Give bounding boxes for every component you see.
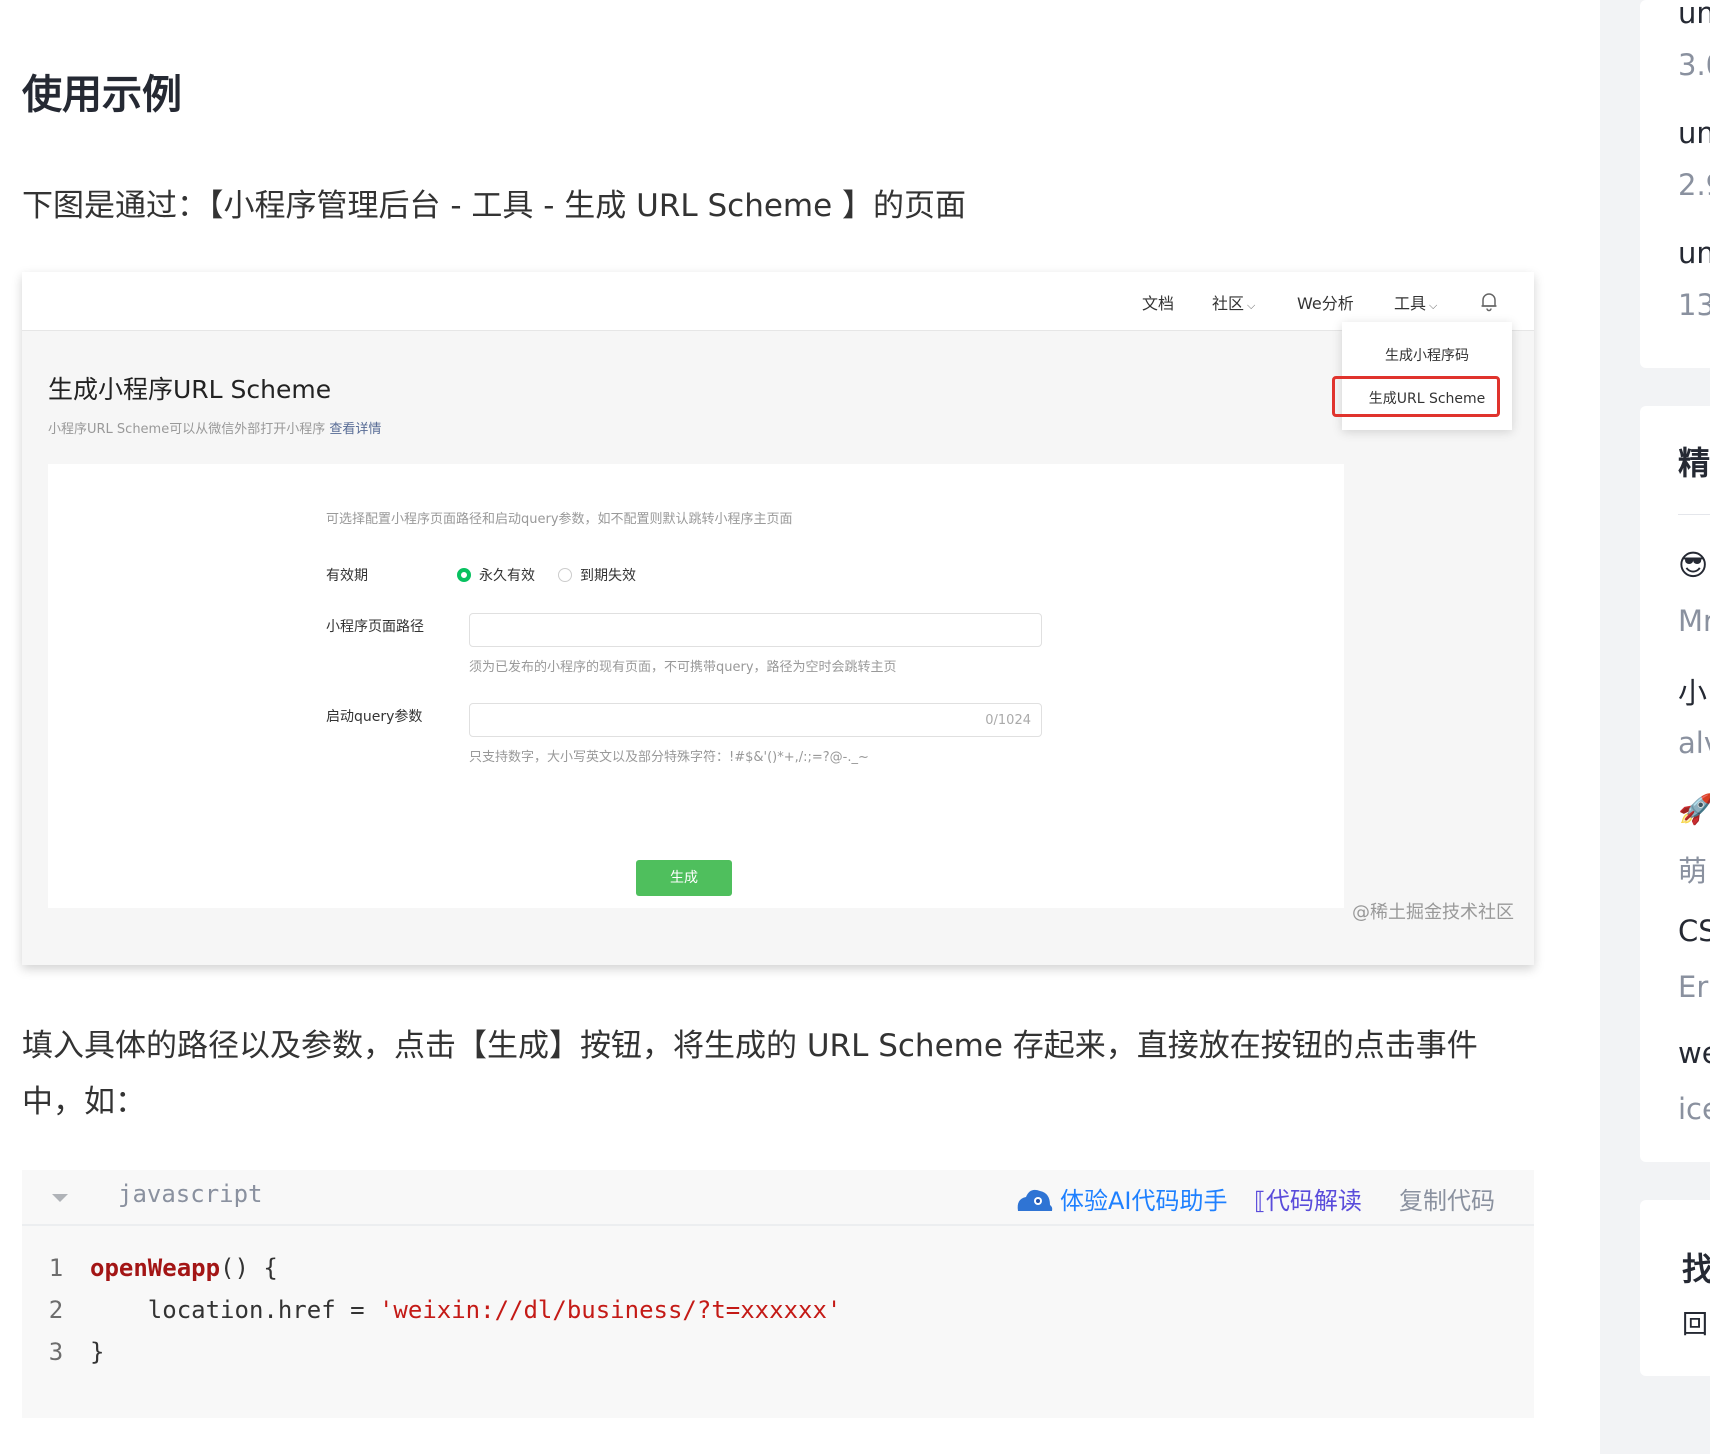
sidebar-link[interactable]: CS: [1678, 914, 1710, 948]
code-text: }: [90, 1338, 105, 1366]
chevron-down-icon: ⌵: [1247, 299, 1256, 312]
sidebar-meta: 3.0: [1678, 48, 1710, 82]
generate-button: 生成: [636, 860, 732, 896]
code-header: javascript 体验AI代码助手 ⟦代码解读 复制代码: [22, 1170, 1534, 1226]
code-text: location.href =: [147, 1296, 379, 1324]
code-line: 1 openWeapp() {: [22, 1254, 278, 1282]
ai-cloud-icon: [1017, 1189, 1053, 1211]
nav-community-label: 社区: [1212, 294, 1245, 313]
copy-code-button[interactable]: 复制代码: [1399, 1181, 1495, 1216]
sidebar-panel-featured: 精 😎 Mr 小 alv 🚀 萌 CS Erp we ice: [1640, 406, 1710, 1162]
code-line: 3}: [22, 1338, 105, 1366]
sidebar-meta: 回: [1682, 1310, 1709, 1340]
sidebar-link[interactable]: we: [1678, 1036, 1710, 1070]
char-counter: 0/1024: [985, 713, 1031, 728]
chevron-down-icon: ⌵: [1429, 299, 1438, 312]
screenshot-title: 生成小程序URL Scheme: [48, 375, 332, 404]
article: 使用示例 下图是通过：【小程序管理后台 - 工具 - 生成 URL Scheme…: [0, 0, 1600, 1454]
dropdown-item-qrcode: 生成小程序码: [1385, 348, 1469, 364]
radio-expire-label: 到期失效: [580, 568, 636, 584]
highlight-box: [1332, 376, 1500, 417]
line-number: 2: [48, 1296, 64, 1324]
code-function-name: openWeapp: [90, 1254, 221, 1282]
nav-tools-label: 工具: [1394, 294, 1427, 313]
embedded-screenshot: 文档 社区 ⌵ We分析 工具 ⌵ 生成小程序码 生成URL Scheme 生成小程…: [22, 272, 1534, 965]
sidebar-link[interactable]: un: [1678, 236, 1710, 270]
sidebar-link[interactable]: 小: [1678, 670, 1707, 712]
sidebar-meta: 萌: [1678, 854, 1708, 888]
sidebar-panel-title: 精: [1678, 444, 1710, 482]
sidebar-meta: 2.9: [1678, 168, 1710, 202]
sidebar-meta: ice: [1678, 1092, 1710, 1126]
code-line: 2 location.href = 'weixin://dl/business/…: [22, 1296, 842, 1324]
form-hint: 可选择配置小程序页面路径和启动query参数，如不配置则默认跳转小程序主页面: [326, 512, 793, 527]
code-text: () {: [220, 1254, 278, 1282]
sidebar-divider: [1678, 514, 1710, 515]
screenshot-navbar: 文档 社区 ⌵ We分析 工具 ⌵: [22, 272, 1534, 331]
sidebar-link[interactable]: 🚀: [1678, 792, 1710, 827]
nav-we-analysis: We分析: [1297, 294, 1354, 313]
nav-docs: 文档: [1142, 294, 1175, 313]
radio-expire: [558, 568, 572, 582]
watermark: @稀土掘金技术社区: [1352, 902, 1514, 923]
sidebar-link[interactable]: 😎: [1678, 548, 1708, 582]
sidebar-panel-title: 找: [1682, 1250, 1710, 1288]
code-language: javascript: [118, 1180, 263, 1208]
code-explain-button[interactable]: ⟦代码解读: [1254, 1181, 1362, 1216]
sidebar-meta: 13: [1678, 288, 1710, 322]
ai-assistant-label: 体验AI代码助手: [1060, 1187, 1228, 1215]
sidebar-meta: Erp: [1678, 970, 1710, 1004]
line-number: 1: [48, 1254, 64, 1282]
sidebar-panel-versions: un 3.0 un 2.9 un 13: [1640, 0, 1710, 368]
sidebar-link[interactable]: un: [1678, 0, 1710, 30]
query-label: 启动query参数: [326, 709, 423, 725]
sidebar-link[interactable]: un: [1678, 116, 1710, 150]
subtitle-text: 小程序URL Scheme可以从微信外部打开小程序: [48, 422, 326, 437]
radio-forever-label: 永久有效: [479, 568, 535, 584]
body-paragraph: 填入具体的路径以及参数，点击【生成】按钮，将生成的 URL Scheme 存起来…: [22, 1028, 1478, 1120]
query-tip: 只支持数字，大小写英文以及部分特殊字符：!#$&'()*+,/:;=?@-._~: [469, 750, 869, 765]
nav-community: 社区 ⌵: [1212, 290, 1255, 314]
nav-tools: 工具 ⌵: [1394, 290, 1437, 314]
form-card: 可选择配置小程序页面路径和启动query参数，如不配置则默认跳转小程序主页面 有…: [48, 464, 1344, 908]
details-link: 查看详情: [329, 422, 382, 437]
section-heading: 使用示例: [22, 72, 182, 118]
code-string: 'weixin://dl/business/?t=xxxxxx': [378, 1296, 842, 1324]
sidebar-meta: alv: [1678, 726, 1710, 760]
bell-icon: [1481, 293, 1497, 312]
screenshot-subtitle: 小程序URL Scheme可以从微信外部打开小程序 查看详情: [48, 418, 381, 437]
ai-assistant-button[interactable]: 体验AI代码助手: [1014, 1181, 1228, 1216]
intro-paragraph: 下图是通过：【小程序管理后台 - 工具 - 生成 URL Scheme 】的页面: [22, 188, 967, 224]
query-input: 0/1024: [469, 703, 1042, 737]
path-tip: 须为已发布的小程序的现有页面，不可携带query，路径为空时会跳转主页: [469, 660, 897, 675]
sidebar-panel-find: 找 回: [1640, 1200, 1710, 1376]
line-number: 3: [48, 1338, 64, 1366]
code-explain-label: 代码解读: [1265, 1187, 1362, 1215]
radio-forever: [457, 568, 471, 582]
sidebar-meta: Mr: [1678, 604, 1710, 638]
code-block: javascript 体验AI代码助手 ⟦代码解读 复制代码 1 openWeap…: [22, 1170, 1534, 1418]
path-input: [469, 613, 1042, 647]
collapse-caret-icon[interactable]: [52, 1194, 68, 1202]
code-explain-icon: ⟦: [1254, 1187, 1266, 1215]
path-label: 小程序页面路径: [326, 619, 424, 635]
validity-label: 有效期: [326, 568, 368, 584]
